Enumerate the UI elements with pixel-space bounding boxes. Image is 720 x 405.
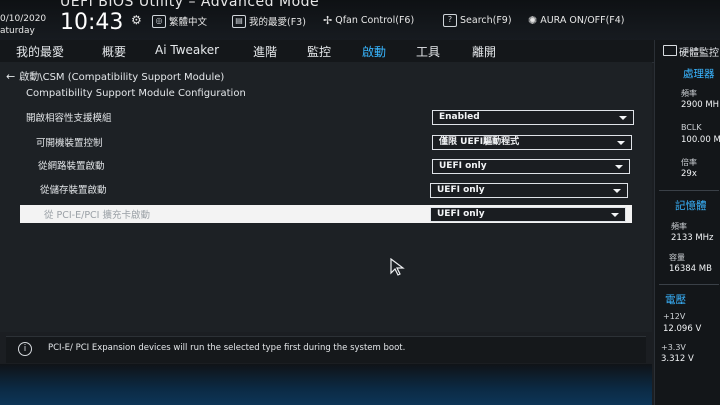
tab-main[interactable]: 概要 xyxy=(100,42,128,61)
bclk-label: BCLK xyxy=(681,123,702,132)
tab-boot[interactable]: 啟動 xyxy=(360,42,389,65)
setting-label-network-boot: 從網路裝置啟動 xyxy=(38,161,105,172)
day-text: aturday xyxy=(0,26,35,36)
breadcrumb-text: 啟動\CSM (Compatibility Support Module) xyxy=(19,72,225,83)
favorites-icon: ▤ xyxy=(232,14,246,28)
section-title: Compatibility Support Module Configurati… xyxy=(26,88,246,99)
ratio-value: 29x xyxy=(681,169,697,179)
header-bar: UEFI BIOS Utility – Advanced Mode 0/10/2… xyxy=(0,0,720,40)
memory-freq-value: 2133 MHz xyxy=(671,233,714,243)
mouse-cursor-icon xyxy=(390,258,405,276)
hardware-monitor-panel: 硬體監控 處理器 頻率 2900 MH BCLK 100.00 M 倍率 29x… xyxy=(654,40,720,405)
memory-capacity-label: 容量 xyxy=(669,253,685,262)
dropdown-storage-boot[interactable]: UEFI only xyxy=(430,183,628,198)
voltage-heading: 電壓 xyxy=(665,294,686,306)
bclk-value: 100.00 M xyxy=(681,135,720,145)
help-icon: ? xyxy=(443,14,457,27)
myfavorite-button[interactable]: ▤ 我的最愛(F3) xyxy=(232,14,306,28)
language-label: 繁體中文 xyxy=(169,17,208,28)
chevron-down-icon xyxy=(611,213,619,217)
aura-label: AURA ON/OFF(F4) xyxy=(540,15,625,26)
divider xyxy=(659,284,719,285)
gear-icon[interactable]: ⚙ xyxy=(131,14,143,26)
chevron-down-icon xyxy=(617,141,625,145)
dropdown-pcie-boot-value: UEFI only xyxy=(437,209,485,219)
fan-icon: ✢ xyxy=(323,14,333,27)
dropdown-pcie-boot[interactable]: UEFI only xyxy=(430,207,626,222)
date-text: 0/10/2020 xyxy=(0,14,47,24)
dropdown-boot-device-control-value: 僅限 UEFI驅動程式 xyxy=(439,137,520,147)
tab-tool[interactable]: 工具 xyxy=(414,42,442,61)
qfan-button[interactable]: ✢ Qfan Control(F6) xyxy=(323,14,414,27)
breadcrumb[interactable]: ← 啟動\CSM (Compatibility Support Module) xyxy=(6,68,224,83)
cpu-heading: 處理器 xyxy=(683,68,715,80)
search-label: Search(F9) xyxy=(460,15,512,26)
aura-button[interactable]: ✺ AURA ON/OFF(F4) xyxy=(528,14,625,27)
info-icon: i xyxy=(18,342,32,356)
chevron-down-icon xyxy=(613,189,621,193)
dropdown-csm[interactable]: Enabled xyxy=(432,110,634,125)
setting-label-csm: 開啟相容性支援模組 xyxy=(26,113,112,124)
tab-exit[interactable]: 離開 xyxy=(470,42,498,61)
chevron-down-icon xyxy=(619,116,627,120)
tab-advanced[interactable]: 進階 xyxy=(251,42,279,61)
memory-capacity-value: 16384 MB xyxy=(669,264,712,274)
dropdown-csm-value: Enabled xyxy=(439,112,480,122)
cpu-freq-label: 頻率 xyxy=(681,89,697,98)
search-button[interactable]: ? Search(F9) xyxy=(443,14,512,27)
bottom-decoration xyxy=(0,364,652,405)
clock: 10:43 xyxy=(60,10,124,35)
back-arrow-icon[interactable]: ← xyxy=(6,70,15,83)
main-panel: ← 啟動\CSM (Compatibility Support Module) C… xyxy=(0,62,652,332)
dropdown-network-boot[interactable]: UEFI only xyxy=(432,159,630,174)
app-title: UEFI BIOS Utility – Advanced Mode xyxy=(60,0,320,10)
main-menu: 我的最愛 概要 Ai Tweaker 進階 監控 啟動 工具 離開 xyxy=(0,40,720,65)
v33-label: +3.3V xyxy=(661,343,686,352)
v12-value: 12.096 V xyxy=(663,324,702,334)
dropdown-boot-device-control[interactable]: 僅限 UEFI驅動程式 xyxy=(432,135,632,150)
cpu-freq-value: 2900 MH xyxy=(681,100,720,110)
v12-label: +12V xyxy=(663,312,686,321)
help-info-text: PCI-E/ PCI Expansion devices will run th… xyxy=(48,343,406,353)
hardware-monitor-title: 硬體監控 xyxy=(679,48,719,59)
tab-monitor[interactable]: 監控 xyxy=(305,42,333,61)
setting-label-boot-device-control: 可開機裝置控制 xyxy=(36,138,103,149)
v33-value: 3.312 V xyxy=(661,354,694,364)
monitor-icon xyxy=(663,45,677,56)
dropdown-storage-boot-value: UEFI only xyxy=(437,185,485,195)
language-button[interactable]: ◎ 繁體中文 xyxy=(152,14,207,28)
divider xyxy=(659,190,719,191)
myfavorite-label: 我的最愛(F3) xyxy=(249,17,306,28)
setting-label-pcie-boot: 從 PCI-E/PCI 擴充卡啟動 xyxy=(44,210,150,221)
setting-label-storage-boot: 從儲存裝置啟動 xyxy=(40,185,107,196)
globe-icon: ◎ xyxy=(152,14,166,28)
ratio-label: 倍率 xyxy=(681,158,697,167)
memory-heading: 記憶體 xyxy=(675,200,707,212)
help-info-bar: i PCI-E/ PCI Expansion devices will run … xyxy=(6,336,646,363)
qfan-label: Qfan Control(F6) xyxy=(335,15,415,26)
tab-favorites[interactable]: 我的最愛 xyxy=(14,42,66,61)
memory-freq-label: 頻率 xyxy=(671,222,687,231)
chevron-down-icon xyxy=(615,165,623,169)
dropdown-network-boot-value: UEFI only xyxy=(439,161,487,171)
aura-icon: ✺ xyxy=(528,14,538,27)
tab-ai-tweaker[interactable]: Ai Tweaker xyxy=(153,42,221,58)
